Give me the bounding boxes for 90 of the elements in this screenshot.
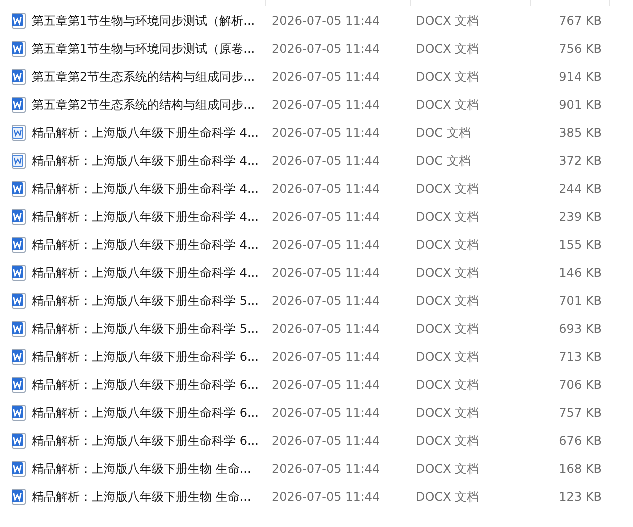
modified-date: 2026-07-05 11:44 <box>272 294 382 308</box>
file-type: DOC 文档 <box>416 124 472 142</box>
file-type: DOCX 文档 <box>416 208 480 226</box>
modified-date: 2026-07-05 11:44 <box>272 462 382 476</box>
word-document-icon <box>12 69 27 85</box>
file-name[interactable]: 精品解析：上海版八年级下册生命科学 5... <box>32 320 272 338</box>
word-document-icon <box>12 181 27 197</box>
modified-date: 2026-07-05 11:44 <box>272 350 382 364</box>
file-size: 676 KB <box>558 434 602 448</box>
file-type: DOCX 文档 <box>416 460 480 478</box>
file-name[interactable]: 精品解析：上海版八年级下册生命科学 6... <box>32 348 272 366</box>
file-size: 385 KB <box>558 126 602 140</box>
modified-date: 2026-07-05 11:44 <box>272 378 382 392</box>
file-size: 372 KB <box>558 154 602 168</box>
file-name[interactable]: 精品解析：上海版八年级下册生物 生命... <box>32 460 272 478</box>
file-size: 146 KB <box>558 266 602 280</box>
word-document-icon <box>12 41 27 57</box>
word-document-icon <box>12 349 27 365</box>
modified-date: 2026-07-05 11:44 <box>272 238 382 252</box>
modified-date: 2026-07-05 11:44 <box>272 42 382 56</box>
file-type: DOCX 文档 <box>416 96 480 114</box>
word-document-icon <box>12 13 27 29</box>
modified-date: 2026-07-05 11:44 <box>272 322 382 336</box>
file-size: 706 KB <box>558 378 602 392</box>
file-name[interactable]: 精品解析：上海版八年级下册生命科学 5... <box>32 292 272 310</box>
modified-date: 2026-07-05 11:44 <box>272 14 382 28</box>
file-size: 168 KB <box>558 462 602 476</box>
file-type: DOCX 文档 <box>416 376 480 394</box>
file-name[interactable]: 精品解析：上海版八年级下册生命科学 4... <box>32 180 272 198</box>
file-type: DOCX 文档 <box>416 40 480 58</box>
word-document-icon <box>12 293 27 309</box>
file-name[interactable]: 精品解析：上海版八年级下册生命科学 6... <box>32 376 272 394</box>
file-name[interactable]: 精品解析：上海版八年级下册生命科学 4... <box>32 124 272 142</box>
file-type: DOCX 文档 <box>416 236 480 254</box>
file-name[interactable]: 第五章第2节生态系统的结构与组成同步... <box>32 68 272 86</box>
word-document-icon <box>12 489 27 505</box>
word-document-icon <box>12 97 27 113</box>
modified-date: 2026-07-05 11:44 <box>272 154 382 168</box>
file-name[interactable]: 第五章第1节生物与环境同步测试（解析... <box>32 12 272 30</box>
file-name[interactable]: 精品解析：上海版八年级下册生命科学 4... <box>32 264 272 282</box>
file-type: DOCX 文档 <box>416 12 480 30</box>
file-name[interactable]: 精品解析：上海版八年级下册生命科学 4... <box>32 208 272 226</box>
word-document-icon <box>12 265 27 281</box>
modified-date: 2026-07-05 11:44 <box>272 182 382 196</box>
file-type: DOCX 文档 <box>416 292 480 310</box>
file-size: 914 KB <box>558 70 602 84</box>
word-document-icon <box>12 377 27 393</box>
modified-date: 2026-07-05 11:44 <box>272 126 382 140</box>
word-document-icon <box>12 321 27 337</box>
file-type: DOCX 文档 <box>416 180 480 198</box>
file-name[interactable]: 精品解析：上海版八年级下册生命科学 6... <box>32 404 272 422</box>
file-type: DOCX 文档 <box>416 264 480 282</box>
file-size: 239 KB <box>558 210 602 224</box>
file-size: 155 KB <box>558 238 602 252</box>
modified-date: 2026-07-05 11:44 <box>272 70 382 84</box>
file-size: 244 KB <box>558 182 602 196</box>
modified-date: 2026-07-05 11:44 <box>272 210 382 224</box>
modified-date: 2026-07-05 11:44 <box>272 98 382 112</box>
file-type: DOC 文档 <box>416 152 472 170</box>
file-type: DOCX 文档 <box>416 404 480 422</box>
file-type: DOCX 文档 <box>416 488 480 506</box>
modified-date: 2026-07-05 11:44 <box>272 434 382 448</box>
file-size: 756 KB <box>558 42 602 56</box>
file-size: 693 KB <box>558 322 602 336</box>
file-name[interactable]: 精品解析：上海版八年级下册生命科学 4... <box>32 236 272 254</box>
modified-date: 2026-07-05 11:44 <box>272 266 382 280</box>
file-size: 901 KB <box>558 98 602 112</box>
file-name[interactable]: 第五章第2节生态系统的结构与组成同步... <box>32 96 272 114</box>
file-name[interactable]: 精品解析：上海版八年级下册生命科学 6... <box>32 432 272 450</box>
word-document-icon <box>12 125 27 141</box>
modified-date: 2026-07-05 11:44 <box>272 490 382 504</box>
file-size: 701 KB <box>558 294 602 308</box>
file-size: 757 KB <box>558 406 602 420</box>
file-type: DOCX 文档 <box>416 432 480 450</box>
file-type: DOCX 文档 <box>416 68 480 86</box>
file-name[interactable]: 精品解析：上海版八年级下册生命科学 4... <box>32 152 272 170</box>
word-document-icon <box>12 461 27 477</box>
word-document-icon <box>12 237 27 253</box>
file-type: DOCX 文档 <box>416 320 480 338</box>
word-document-icon <box>12 153 27 169</box>
word-document-icon <box>12 209 27 225</box>
file-name[interactable]: 精品解析：上海版八年级下册生物 生命... <box>32 488 272 506</box>
word-document-icon <box>12 433 27 449</box>
modified-date: 2026-07-05 11:44 <box>272 406 382 420</box>
file-name[interactable]: 第五章第1节生物与环境同步测试（原卷... <box>32 40 272 58</box>
file-type: DOCX 文档 <box>416 348 480 366</box>
file-size: 123 KB <box>558 490 602 504</box>
file-size: 713 KB <box>558 350 602 364</box>
file-size: 767 KB <box>558 14 602 28</box>
word-document-icon <box>12 405 27 421</box>
